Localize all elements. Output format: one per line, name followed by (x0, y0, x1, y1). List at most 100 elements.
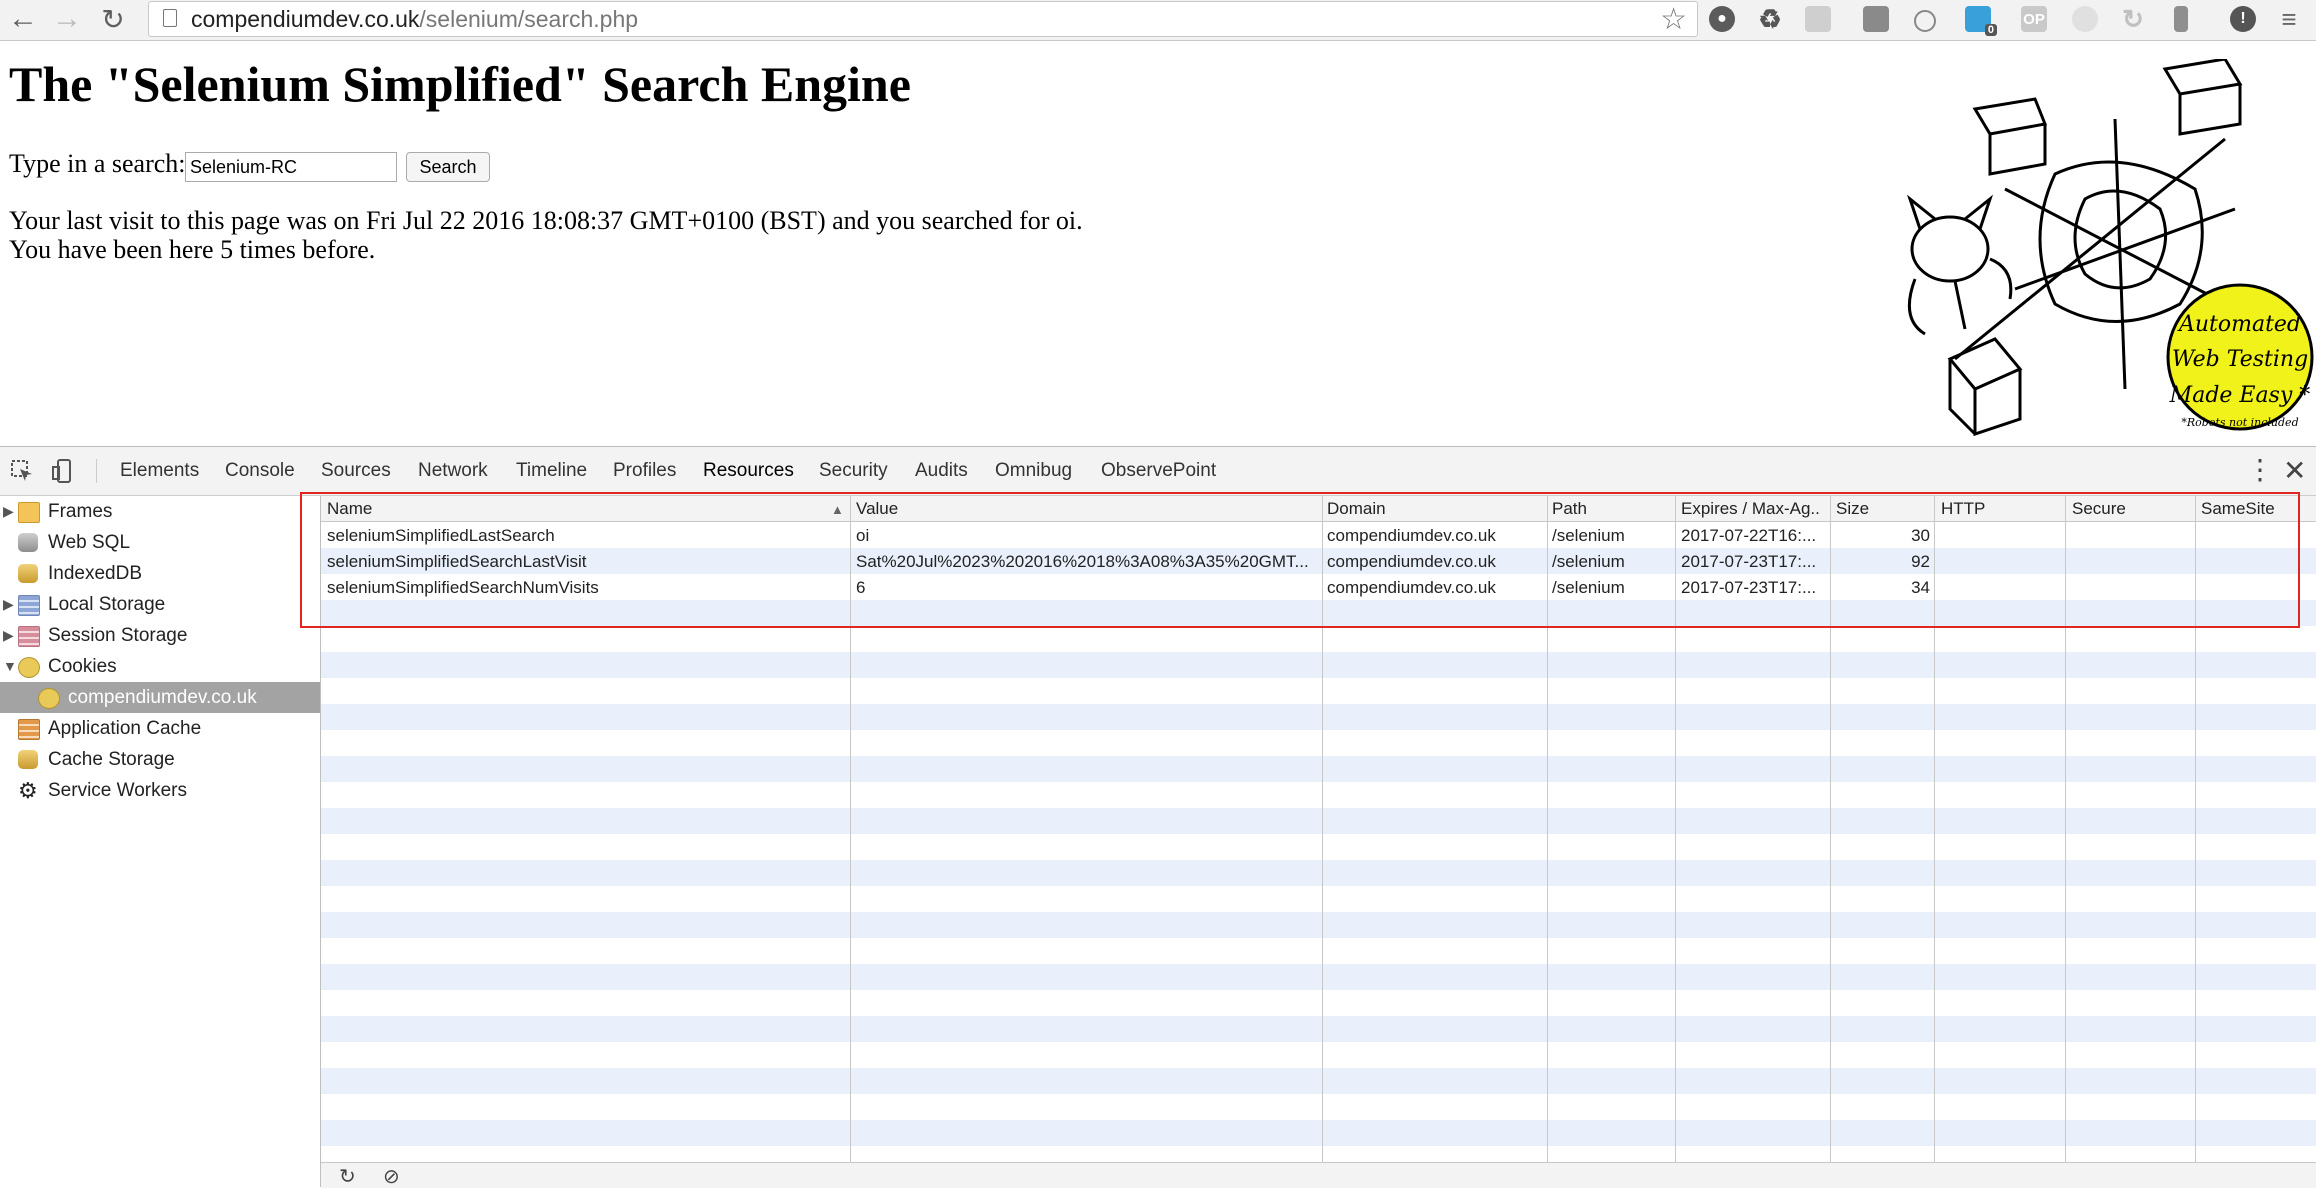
address-bar[interactable]: compendiumdev.co.uk/selenium/search.php … (148, 1, 1698, 37)
column-divider[interactable] (1830, 496, 1831, 1162)
cookie-size: 92 (1911, 552, 1930, 571)
sidebar-item-application-cache[interactable]: Application Cache (0, 713, 320, 744)
inspect-element-icon[interactable] (10, 459, 34, 483)
cookie-expires: 2017-07-23T17:... (1681, 552, 1817, 571)
column-header-http[interactable]: HTTP (1941, 499, 1985, 519)
reload-icon[interactable]: ↻ (96, 2, 130, 36)
table-icon (18, 595, 40, 616)
column-header-secure[interactable]: Secure (2072, 499, 2126, 519)
expand-triangle-icon[interactable]: ▶ (3, 627, 14, 644)
close-icon[interactable]: ✕ (2283, 454, 2306, 487)
column-divider[interactable] (1675, 496, 1676, 1162)
extension-grey-icon[interactable] (2072, 6, 2098, 32)
empty-table-row (321, 1016, 2316, 1042)
tab-network[interactable]: Network (418, 460, 488, 482)
tab-observepoint[interactable]: ObservePoint (1101, 460, 1216, 482)
tab-elements[interactable]: Elements (120, 460, 199, 482)
empty-table-row (321, 600, 2316, 626)
column-header-value[interactable]: Value (856, 499, 898, 519)
empty-table-row (321, 964, 2316, 990)
observepoint-icon[interactable]: OP (2021, 6, 2047, 32)
sidebar-item-local-storage[interactable]: ▶ Local Storage (0, 589, 320, 620)
sort-ascending-icon[interactable]: ▲ (831, 502, 844, 517)
expand-triangle-icon[interactable]: ▶ (3, 596, 14, 613)
table-row[interactable]: seleniumSimplifiedLastSearch oi compendi… (321, 522, 2316, 548)
tab-profiles[interactable]: Profiles (613, 460, 676, 482)
url-text[interactable]: compendiumdev.co.uk/selenium/search.php (191, 6, 638, 33)
tab-console[interactable]: Console (225, 460, 295, 482)
column-divider[interactable] (2195, 496, 2196, 1162)
devtools-panel: Elements Console Sources Network Timelin… (0, 446, 2316, 1188)
column-divider[interactable] (1934, 496, 1935, 1162)
table-icon (18, 719, 40, 740)
table-row[interactable]: seleniumSimplifiedSearchLastVisit Sat%20… (321, 548, 2316, 574)
column-header-path[interactable]: Path (1552, 499, 1587, 519)
collapse-triangle-icon[interactable]: ▼ (3, 658, 17, 674)
device-mode-icon[interactable] (52, 459, 76, 483)
search-button[interactable]: Search (406, 152, 490, 182)
empty-table-row (321, 782, 2316, 808)
empty-table-row (321, 704, 2316, 730)
column-header-name[interactable]: Name (327, 499, 372, 519)
tab-audits[interactable]: Audits (915, 460, 968, 482)
extension-square-icon[interactable] (1863, 6, 1889, 32)
extension-info-icon[interactable]: ! (2230, 6, 2256, 32)
back-icon[interactable]: ← (6, 2, 40, 36)
column-header-size[interactable]: Size (1836, 499, 1869, 519)
tab-sources[interactable]: Sources (321, 460, 391, 482)
column-divider[interactable] (2065, 496, 2066, 1162)
tab-timeline[interactable]: Timeline (516, 460, 587, 482)
table-icon (18, 626, 40, 647)
column-divider[interactable] (850, 496, 851, 1162)
sidebar-item-indexeddb[interactable]: IndexedDB (0, 558, 320, 589)
column-header-expires[interactable]: Expires / Max-Ag.. (1681, 499, 1820, 519)
column-divider[interactable] (1547, 496, 1548, 1162)
tab-resources[interactable]: Resources (703, 460, 794, 482)
recycle-icon[interactable]: ♻ (1757, 4, 1783, 34)
more-options-icon[interactable]: ⋮ (2246, 453, 2274, 486)
search-input[interactable] (185, 152, 397, 182)
sidebar-item-service-workers[interactable]: ⚙ Service Workers (0, 775, 320, 806)
empty-table-row (321, 626, 2316, 652)
visit-count-text: You have been here 5 times before. (9, 235, 376, 264)
empty-table-row (321, 808, 2316, 834)
browser-toolbar: ← → ↻ compendiumdev.co.uk/selenium/searc… (0, 0, 2316, 41)
cookie-name: seleniumSimplifiedLastSearch (327, 526, 555, 545)
column-header-domain[interactable]: Domain (1327, 499, 1386, 519)
bookmark-star-icon[interactable]: ☆ (1660, 2, 1687, 37)
empty-table-row (321, 1042, 2316, 1068)
table-footer: ↻ ⊘ (321, 1162, 2316, 1188)
ghostery-icon[interactable]: 0 (1965, 6, 1997, 36)
table-header: Name ▲ Value Domain Path Expires / Max-A… (321, 496, 2316, 522)
table-row[interactable]: seleniumSimplifiedSearchNumVisits 6 comp… (321, 574, 2316, 600)
clear-icon[interactable]: ⊘ (383, 1164, 400, 1189)
menu-icon[interactable]: ≡ (2276, 4, 2302, 34)
cookie-path: /selenium (1552, 552, 1625, 571)
sidebar-item-cookie-domain[interactable]: compendiumdev.co.uk (0, 682, 320, 713)
column-header-samesite[interactable]: SameSite (2201, 499, 2275, 519)
column-divider[interactable] (1322, 496, 1323, 1162)
cookie-value: oi (856, 526, 870, 545)
database-icon (18, 750, 38, 769)
tab-omnibug[interactable]: Omnibug (995, 460, 1072, 482)
evernote-icon[interactable]: ● (1709, 6, 1735, 32)
sidebar-item-frames[interactable]: ▶ Frames (0, 496, 320, 527)
sidebar-item-cookies[interactable]: ▼ Cookies (0, 651, 320, 682)
cookie-name: seleniumSimplifiedSearchLastVisit (327, 552, 587, 571)
extension-folder-icon[interactable] (1805, 6, 1831, 32)
extension-refresh-icon[interactable]: ↻ (2120, 4, 2146, 34)
extension-circle-icon[interactable] (1914, 10, 1936, 32)
last-visit-text: Your last visit to this page was on Fri … (9, 206, 1083, 235)
cookie-size: 30 (1911, 526, 1930, 545)
page-title: The "Selenium Simplified" Search Engine (9, 56, 911, 112)
extension-bar-icon[interactable] (2174, 6, 2188, 32)
sidebar-item-cache-storage[interactable]: Cache Storage (0, 744, 320, 775)
expand-triangle-icon[interactable]: ▶ (3, 503, 14, 520)
cookie-domain: compendiumdev.co.uk (1327, 526, 1496, 545)
sidebar-item-web-sql[interactable]: Web SQL (0, 527, 320, 558)
sidebar-item-session-storage[interactable]: ▶ Session Storage (0, 620, 320, 651)
empty-table-row (321, 756, 2316, 782)
refresh-icon[interactable]: ↻ (339, 1164, 356, 1189)
forward-icon[interactable]: → (50, 2, 84, 36)
tab-security[interactable]: Security (819, 460, 888, 482)
